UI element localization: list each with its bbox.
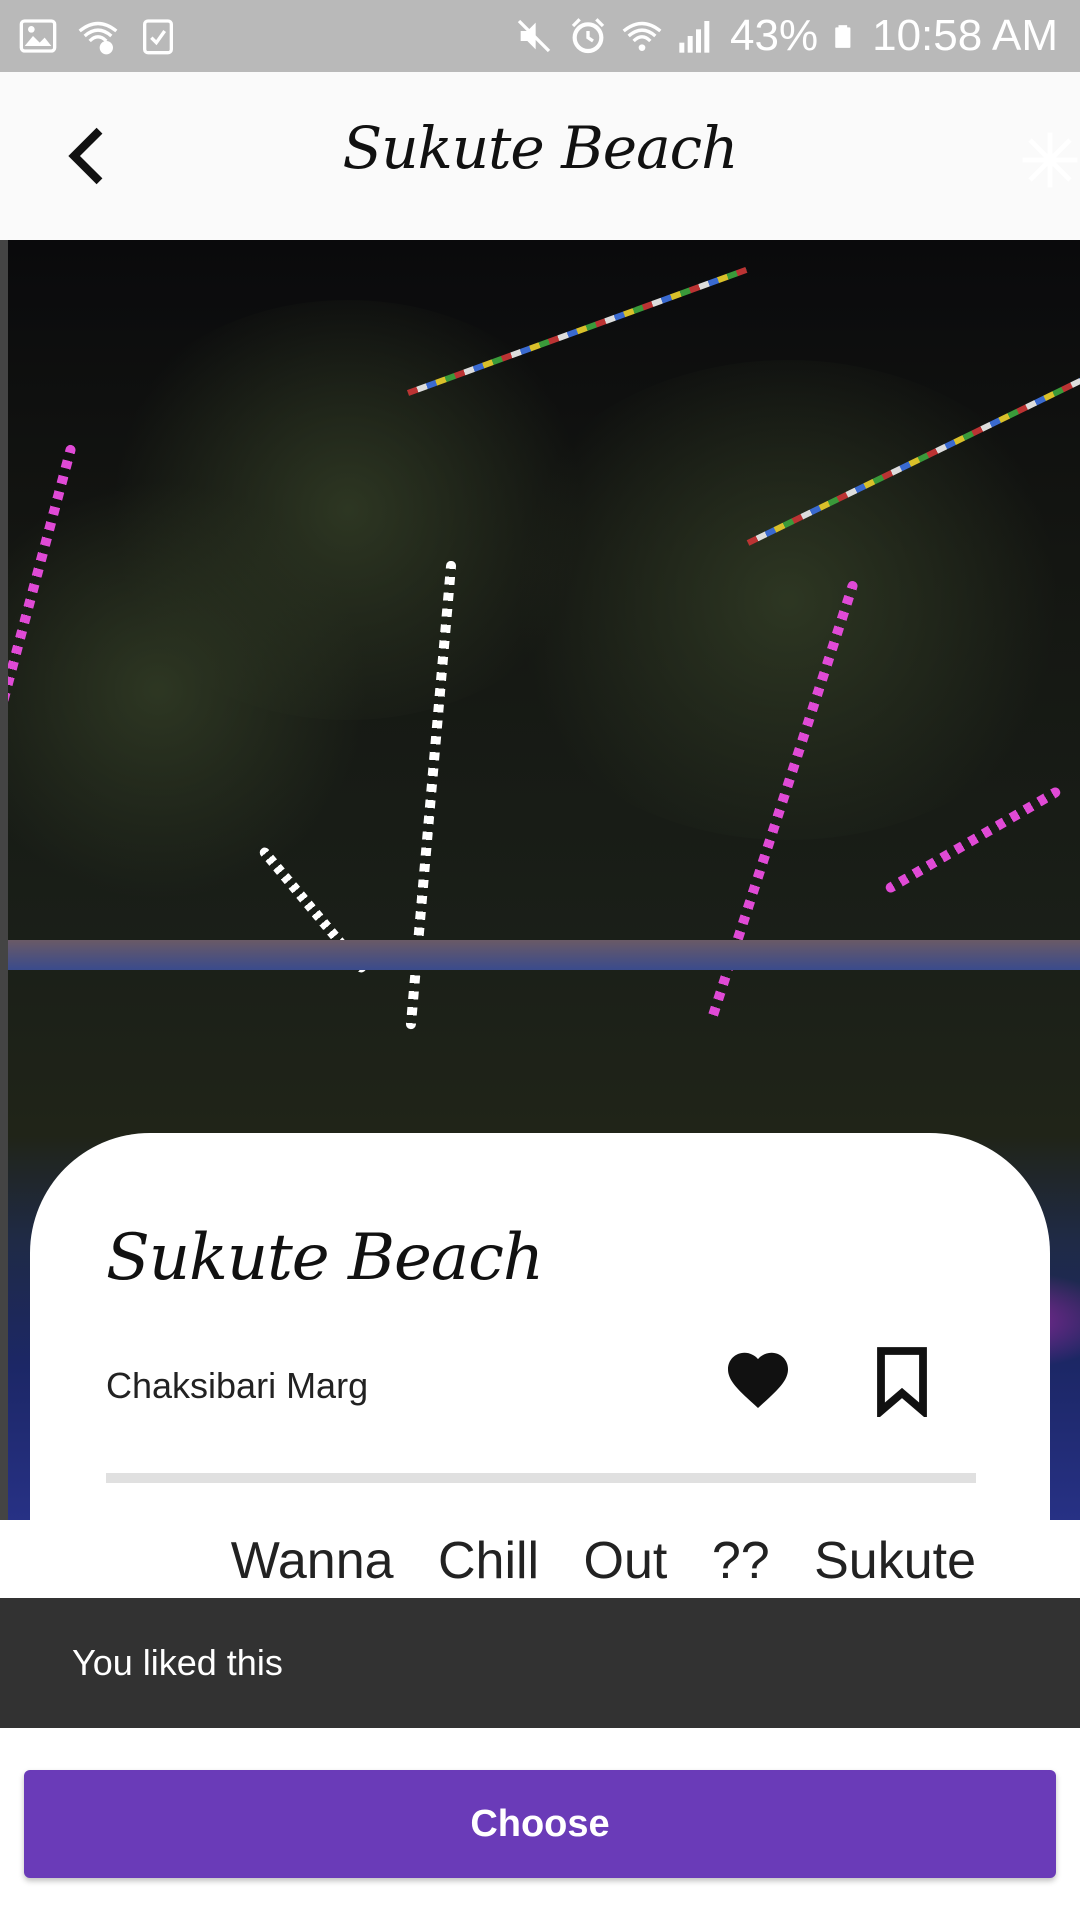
- app-bar: Sukute Beach: [0, 72, 1080, 240]
- status-bar: 43% 10:58 AM: [0, 0, 1080, 72]
- bottom-bar: Choose: [0, 1728, 1080, 1920]
- battery-icon: [835, 25, 851, 48]
- choose-button[interactable]: Choose: [24, 1770, 1056, 1878]
- pool-edge: [8, 940, 1080, 970]
- heart-icon[interactable]: [722, 1345, 794, 1417]
- photo-foliage: [488, 360, 1080, 840]
- gallery-icon: [19, 19, 57, 53]
- wifi-alert-icon: [78, 21, 118, 55]
- status-right-icons: 43% 10:58 AM: [514, 10, 1058, 62]
- divider: [106, 1473, 976, 1483]
- clipboard-check-icon: [143, 19, 173, 55]
- bookmark-icon[interactable]: [872, 1345, 932, 1417]
- page-title: Sukute Beach: [342, 114, 738, 182]
- battery-percent: 43%: [730, 11, 819, 60]
- place-description: Wanna Chill Out ?? Sukute: [230, 1532, 976, 1590]
- wifi-icon: [622, 21, 662, 51]
- place-title: Sukute Beach: [106, 1221, 544, 1295]
- previous-photo-edge: [0, 240, 8, 1520]
- status-left-icons: [18, 16, 178, 56]
- mute-icon: [517, 19, 551, 53]
- snowflake-icon: [1022, 132, 1078, 188]
- alarm-icon: [571, 18, 605, 54]
- snackbar: You liked this: [0, 1598, 1080, 1728]
- snackbar-message: You liked this: [72, 1642, 283, 1683]
- signal-icon: [679, 21, 710, 53]
- place-address: Chaksibari Marg: [106, 1365, 369, 1406]
- clock: 10:58 AM: [872, 11, 1058, 60]
